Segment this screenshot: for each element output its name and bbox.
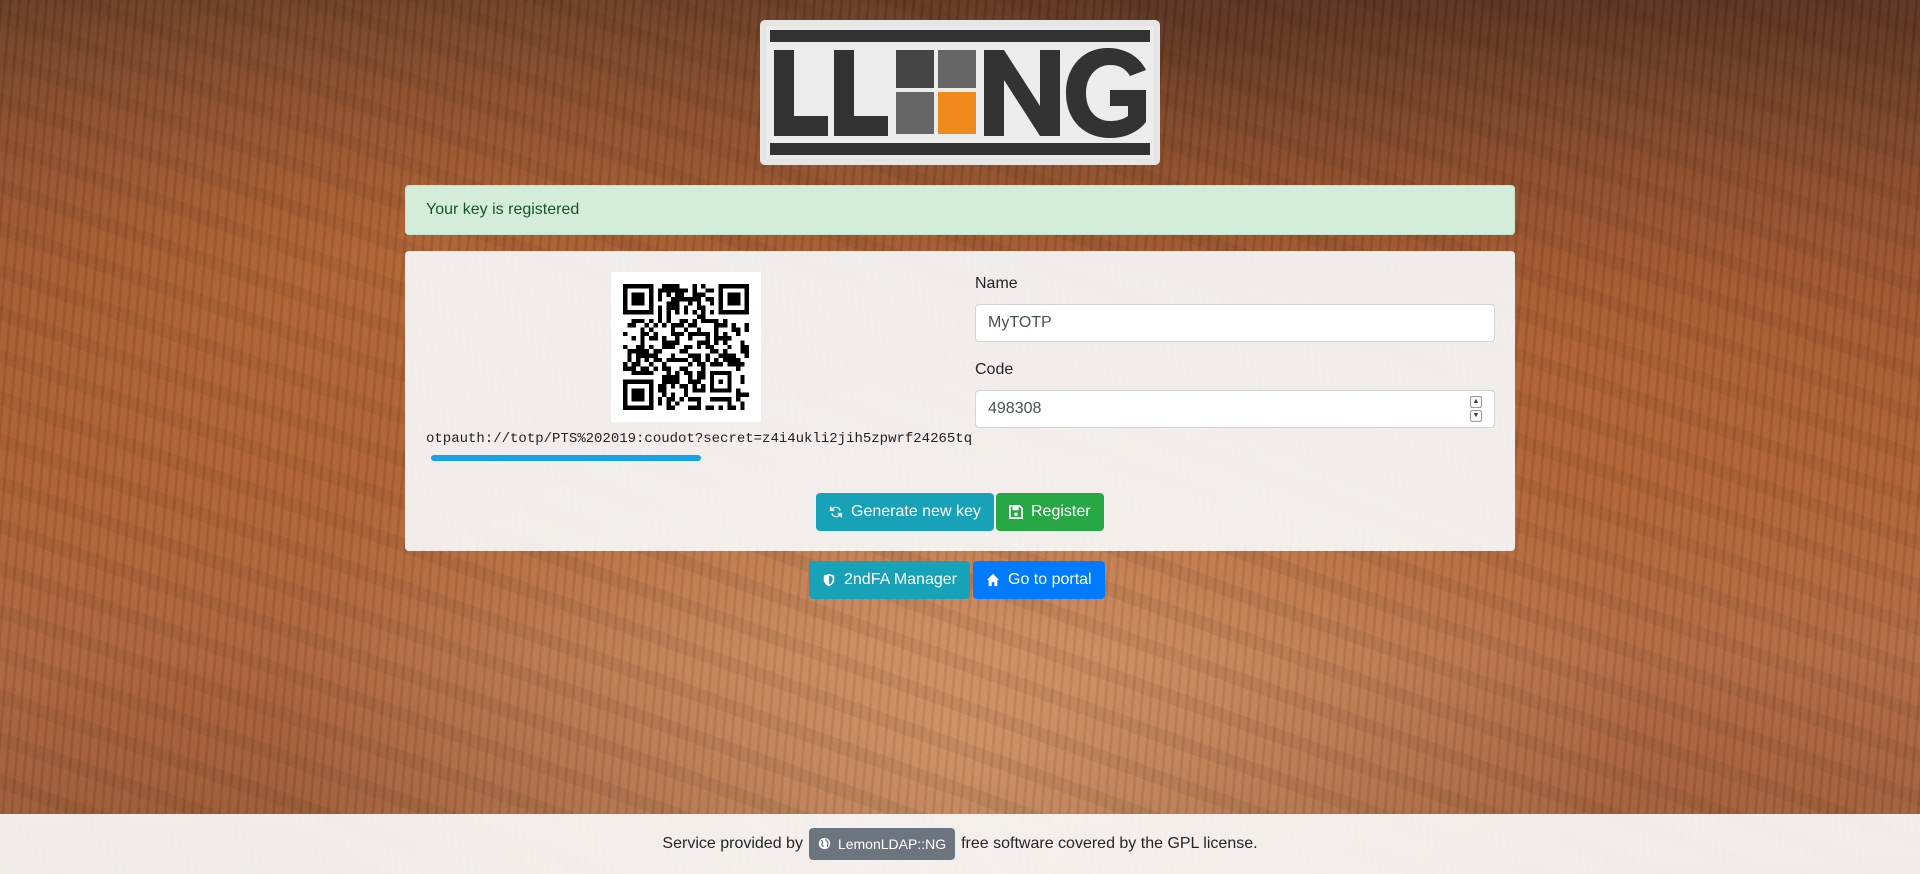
code-label: Code [975,361,1014,378]
code-input[interactable]: 498308 ▲ ▼ [975,390,1495,428]
qr-code [611,272,761,422]
globe-icon [818,837,832,851]
footer-prefix: Service provided by [662,835,803,852]
totp-registration-panel: otpauth://totp/PTS%202019:coudot?secret=… [405,251,1515,551]
alert-message: Your key is registered [426,201,580,218]
name-input-value: MyTOTP [988,314,1052,331]
generate-new-key-button[interactable]: Generate new key [816,493,994,531]
logo-inner [766,26,1154,159]
floppy-disk-icon [1009,505,1023,519]
footer-suffix: free software covered by the GPL license… [961,835,1258,852]
portal-label: Go to portal [1008,571,1092,588]
name-label: Name [975,275,1018,292]
register-label: Register [1031,503,1091,520]
success-alert: Your key is registered [405,185,1515,235]
code-stepper[interactable]: ▲ ▼ [1470,396,1482,422]
footer: Service provided by LemonLDAP::NG free s… [0,814,1920,874]
go-to-portal-button[interactable]: Go to portal [973,561,1105,599]
llng-logo-icon [770,30,1150,155]
qr-code-icon [623,284,749,410]
stepper-up-icon[interactable]: ▲ [1470,396,1482,408]
2ndfa-manager-button[interactable]: 2ndFA Manager [809,561,970,599]
stepper-down-icon[interactable]: ▼ [1470,410,1482,422]
lemonldap-link[interactable]: LemonLDAP::NG [808,828,956,860]
name-input[interactable]: MyTOTP [975,304,1495,342]
shield-icon [822,573,836,587]
totp-timer-progress-bar [431,455,701,461]
home-icon [986,573,1000,587]
register-button[interactable]: Register [996,493,1104,531]
code-input-value: 498308 [988,400,1042,417]
otpauth-uri: otpauth://totp/PTS%202019:coudot?secret=… [426,431,973,447]
logo [760,20,1160,165]
refresh-icon [829,505,843,519]
manager-label: 2ndFA Manager [844,571,957,588]
generate-label: Generate new key [851,503,981,520]
footer-badge-label: LemonLDAP::NG [837,836,947,852]
